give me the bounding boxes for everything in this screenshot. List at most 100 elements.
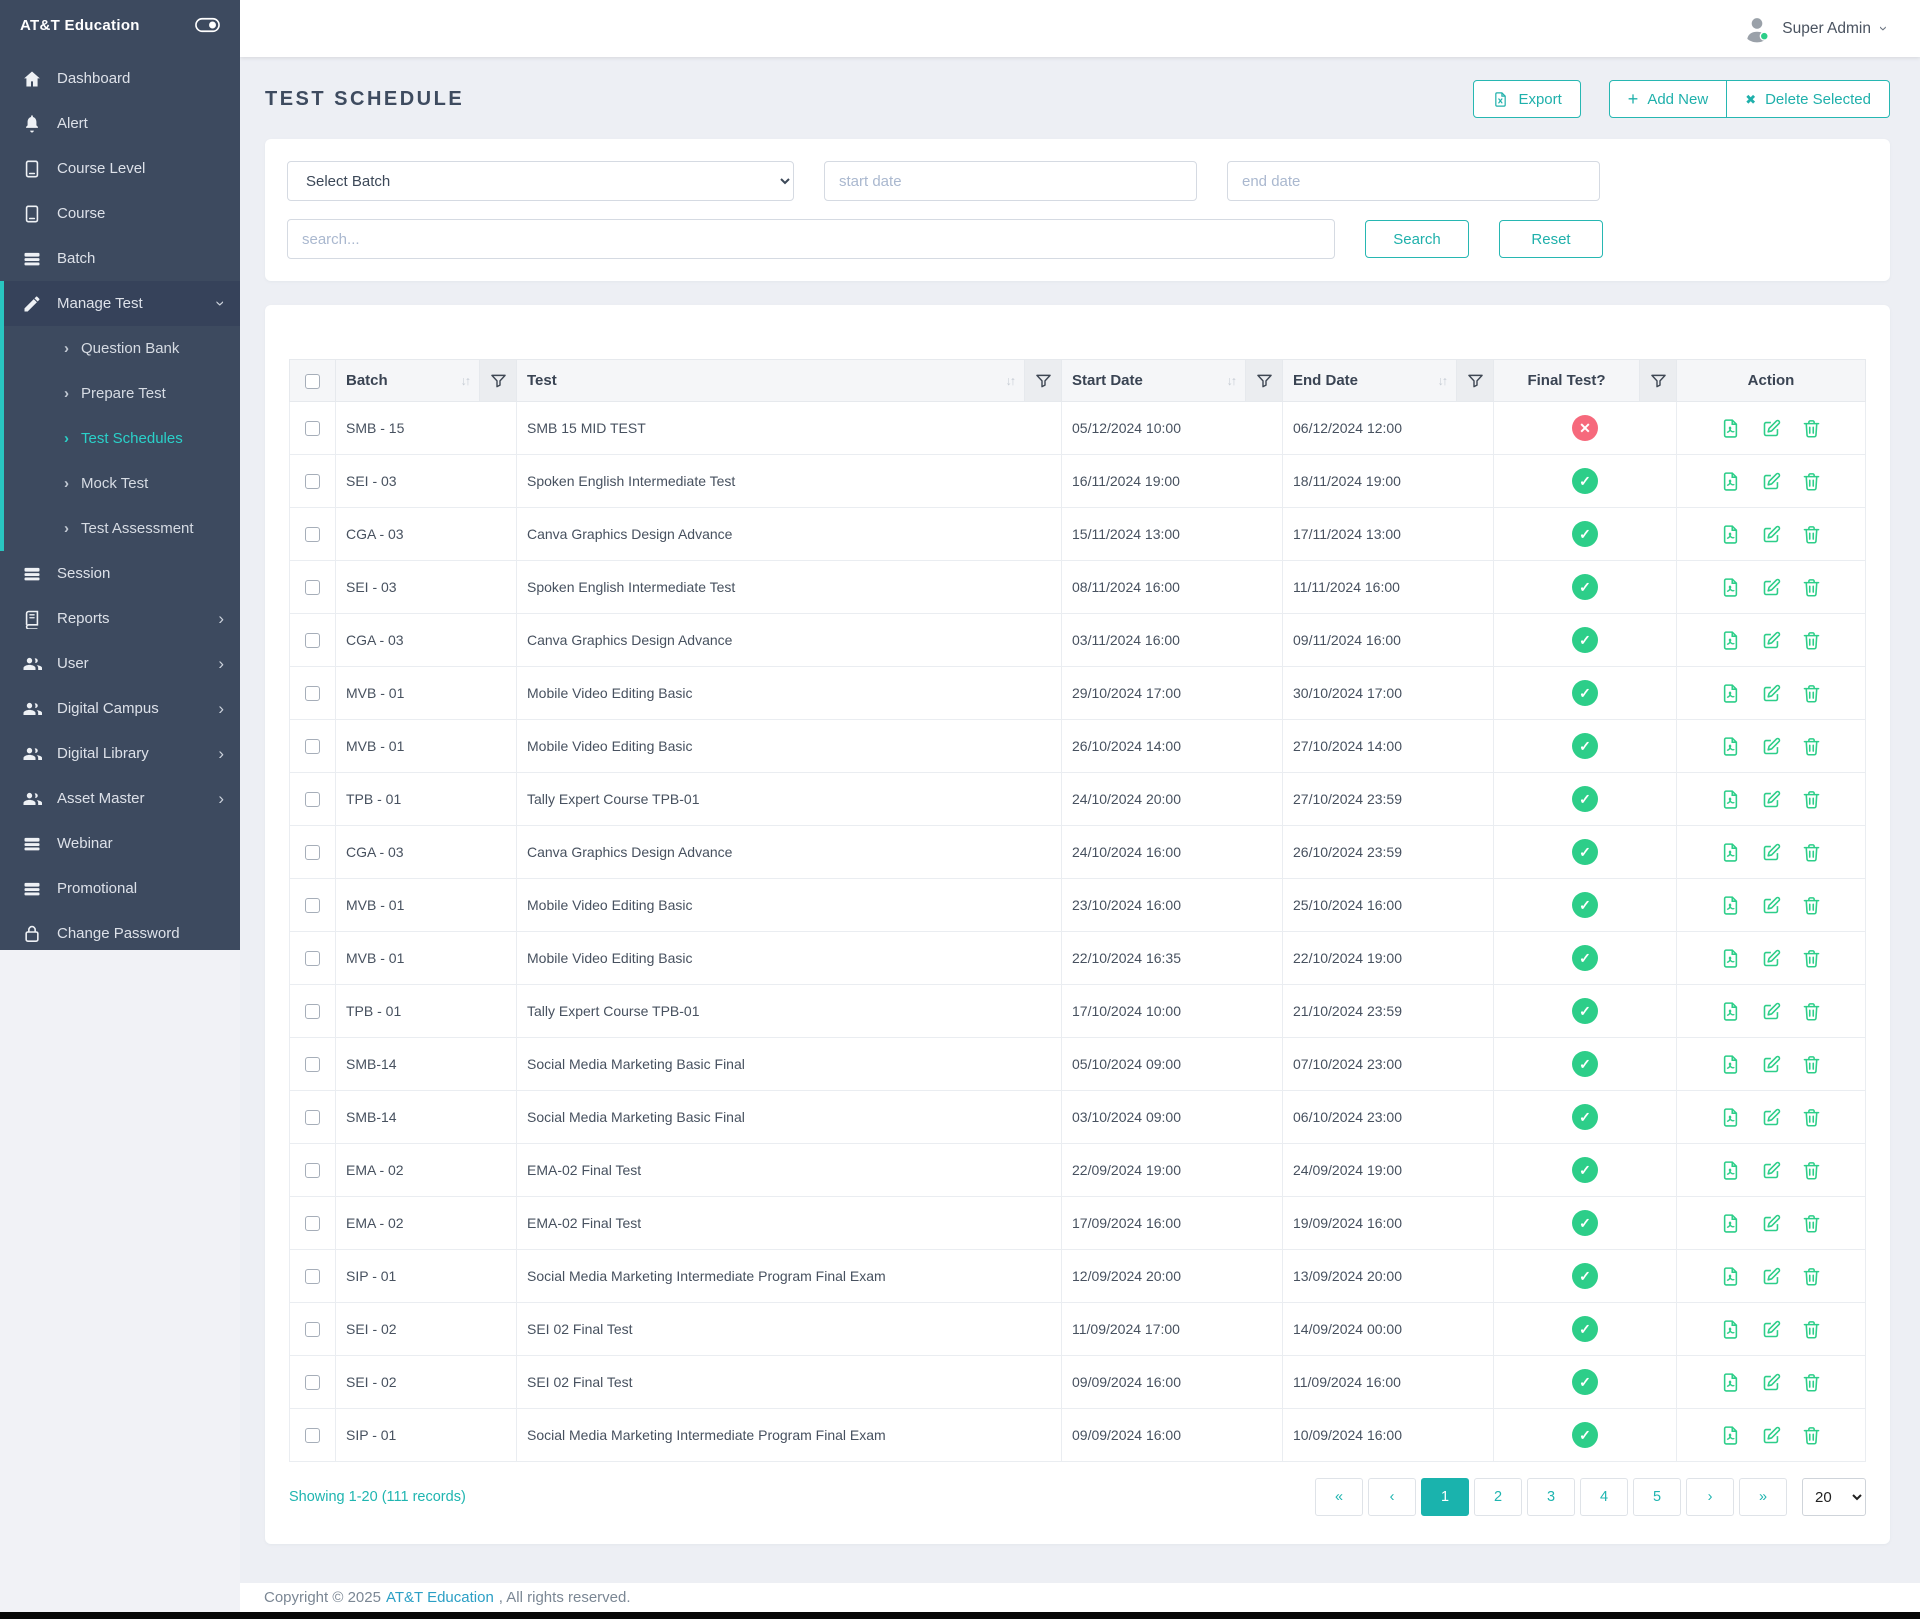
footer-brand-link[interactable]: AT&T Education <box>386 1589 494 1606</box>
edit-icon[interactable] <box>1761 577 1782 598</box>
sort-icon[interactable]: ↓↑ <box>1227 374 1237 388</box>
edit-icon[interactable] <box>1761 736 1782 757</box>
edit-icon[interactable] <box>1761 683 1782 704</box>
page-button[interactable]: 1 <box>1421 1478 1469 1516</box>
search-input[interactable] <box>287 219 1335 259</box>
trash-icon[interactable] <box>1801 1213 1822 1234</box>
sidebar-item-alert[interactable]: Alert <box>0 101 240 146</box>
page-button[interactable]: 3 <box>1527 1478 1575 1516</box>
pdf-file-icon[interactable] <box>1720 895 1741 916</box>
page-button[interactable]: 5 <box>1633 1478 1681 1516</box>
edit-icon[interactable] <box>1761 948 1782 969</box>
pdf-file-icon[interactable] <box>1720 948 1741 969</box>
row-checkbox[interactable] <box>305 1428 320 1444</box>
row-checkbox[interactable] <box>305 1216 320 1232</box>
sort-icon[interactable]: ↓↑ <box>461 374 471 388</box>
trash-icon[interactable] <box>1801 948 1822 969</box>
edit-icon[interactable] <box>1761 842 1782 863</box>
edit-icon[interactable] <box>1761 471 1782 492</box>
pdf-file-icon[interactable] <box>1720 630 1741 651</box>
filter-funnel-start-date[interactable] <box>1245 359 1283 402</box>
filter-funnel-batch[interactable] <box>479 359 517 402</box>
edit-icon[interactable] <box>1761 895 1782 916</box>
sidebar-item-batch[interactable]: Batch <box>0 236 240 281</box>
export-button[interactable]: Export <box>1473 80 1581 118</box>
trash-icon[interactable] <box>1801 1266 1822 1287</box>
filter-funnel-end-date[interactable] <box>1456 359 1494 402</box>
page-button[interactable]: ‹ <box>1368 1478 1416 1516</box>
sidebar-toggle-icon[interactable] <box>195 17 220 33</box>
start-date-input[interactable] <box>824 161 1197 201</box>
row-checkbox[interactable] <box>305 951 320 967</box>
search-button[interactable]: Search <box>1365 220 1469 258</box>
sidebar-item-manage-test[interactable]: Manage Test › <box>4 281 240 326</box>
trash-icon[interactable] <box>1801 418 1822 439</box>
pdf-file-icon[interactable] <box>1720 1160 1741 1181</box>
trash-icon[interactable] <box>1801 736 1822 757</box>
row-checkbox[interactable] <box>305 1057 320 1073</box>
pdf-file-icon[interactable] <box>1720 1054 1741 1075</box>
edit-icon[interactable] <box>1761 789 1782 810</box>
filter-funnel-test[interactable] <box>1024 359 1062 402</box>
column-header-batch[interactable]: Batch ↓↑ <box>335 359 480 402</box>
page-button[interactable]: « <box>1315 1478 1363 1516</box>
row-checkbox[interactable] <box>305 792 320 808</box>
pdf-file-icon[interactable] <box>1720 789 1741 810</box>
pdf-file-icon[interactable] <box>1720 1213 1741 1234</box>
sidebar-item-prepare-test[interactable]: › Prepare Test <box>4 371 240 416</box>
pdf-file-icon[interactable] <box>1720 1107 1741 1128</box>
sidebar-item-reports[interactable]: Reports › <box>0 596 240 641</box>
row-checkbox[interactable] <box>305 686 320 702</box>
sort-icon[interactable]: ↓↑ <box>1006 374 1016 388</box>
trash-icon[interactable] <box>1801 1372 1822 1393</box>
trash-icon[interactable] <box>1801 471 1822 492</box>
reset-button[interactable]: Reset <box>1499 220 1603 258</box>
select-batch-dropdown[interactable]: Select Batch <box>287 161 794 201</box>
pdf-file-icon[interactable] <box>1720 524 1741 545</box>
trash-icon[interactable] <box>1801 895 1822 916</box>
sidebar-item-digital-library[interactable]: Digital Library › <box>0 731 240 776</box>
trash-icon[interactable] <box>1801 1319 1822 1340</box>
pdf-file-icon[interactable] <box>1720 577 1741 598</box>
edit-icon[interactable] <box>1761 1425 1782 1446</box>
page-size-select[interactable]: 20 <box>1802 1478 1866 1516</box>
sidebar-item-dashboard[interactable]: Dashboard <box>0 56 240 101</box>
trash-icon[interactable] <box>1801 789 1822 810</box>
trash-icon[interactable] <box>1801 1107 1822 1128</box>
edit-icon[interactable] <box>1761 1054 1782 1075</box>
sidebar-item-course-level[interactable]: Course Level <box>0 146 240 191</box>
trash-icon[interactable] <box>1801 1425 1822 1446</box>
sidebar-item-promotional[interactable]: Promotional <box>0 866 240 911</box>
sidebar-item-change-password[interactable]: Change Password <box>0 911 240 956</box>
trash-icon[interactable] <box>1801 1001 1822 1022</box>
row-checkbox[interactable] <box>305 739 320 755</box>
pdf-file-icon[interactable] <box>1720 683 1741 704</box>
edit-icon[interactable] <box>1761 1266 1782 1287</box>
pdf-file-icon[interactable] <box>1720 1372 1741 1393</box>
delete-selected-button[interactable]: ✖ Delete Selected <box>1727 80 1890 118</box>
sidebar-item-digital-campus[interactable]: Digital Campus › <box>0 686 240 731</box>
sidebar-item-mock-test[interactable]: › Mock Test <box>4 461 240 506</box>
user-menu[interactable]: Super Admin › <box>1742 14 1892 44</box>
edit-icon[interactable] <box>1761 1213 1782 1234</box>
edit-icon[interactable] <box>1761 630 1782 651</box>
page-button[interactable]: 2 <box>1474 1478 1522 1516</box>
row-checkbox[interactable] <box>305 527 320 543</box>
row-checkbox[interactable] <box>305 633 320 649</box>
row-checkbox[interactable] <box>305 845 320 861</box>
sidebar-item-course[interactable]: Course <box>0 191 240 236</box>
sidebar-item-session[interactable]: Session <box>0 551 240 596</box>
pdf-file-icon[interactable] <box>1720 1001 1741 1022</box>
edit-icon[interactable] <box>1761 418 1782 439</box>
pdf-file-icon[interactable] <box>1720 842 1741 863</box>
end-date-input[interactable] <box>1227 161 1600 201</box>
sidebar-item-test-schedules[interactable]: › Test Schedules <box>4 416 240 461</box>
column-header-start-date[interactable]: Start Date ↓↑ <box>1061 359 1246 402</box>
select-all-checkbox[interactable] <box>305 373 320 389</box>
row-checkbox[interactable] <box>305 1004 320 1020</box>
pdf-file-icon[interactable] <box>1720 1319 1741 1340</box>
row-checkbox[interactable] <box>305 474 320 490</box>
pdf-file-icon[interactable] <box>1720 1425 1741 1446</box>
edit-icon[interactable] <box>1761 1160 1782 1181</box>
sort-icon[interactable]: ↓↑ <box>1438 374 1448 388</box>
